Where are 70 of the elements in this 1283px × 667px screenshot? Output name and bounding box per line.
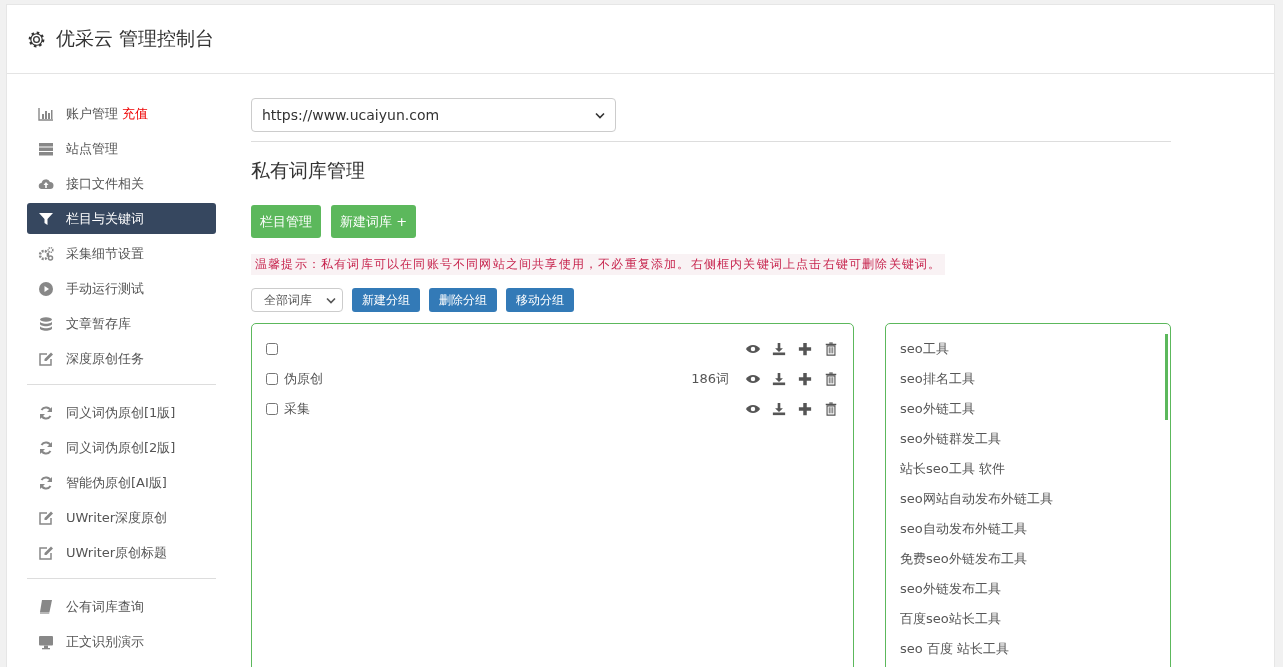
sidebar-item[interactable]: 接口文件相关 [27, 168, 216, 199]
sidebar-item[interactable]: 栏目与关键词 [27, 203, 216, 234]
sidebar-item[interactable]: 同义词伪原创[1版] [27, 397, 216, 428]
edit-icon [38, 350, 54, 367]
book-icon [38, 598, 54, 615]
trash-icon[interactable] [823, 342, 839, 356]
monitor-icon [38, 633, 54, 650]
edit-icon [38, 544, 54, 561]
sidebar-item[interactable]: 文章暂存库 [27, 308, 216, 339]
site-select[interactable]: https://www.ucaiyun.com [251, 98, 616, 132]
chevron-down-icon [595, 111, 605, 119]
eye-icon[interactable] [745, 372, 761, 386]
word-count: 186词 [691, 370, 729, 388]
eye-icon[interactable] [745, 402, 761, 416]
scrollbar[interactable] [1165, 334, 1168, 420]
play-icon [38, 280, 54, 297]
section-heading: 私有词库管理 [251, 158, 366, 183]
keyword-item[interactable]: 站长seo工具 软件 [900, 454, 1156, 484]
download-icon[interactable] [771, 342, 787, 356]
database-icon [38, 315, 54, 332]
plus-icon[interactable] [797, 372, 813, 386]
keyword-item[interactable]: 百度seo站长工具 [900, 604, 1156, 634]
refresh-icon [38, 474, 54, 491]
eye-icon[interactable] [745, 342, 761, 356]
gears-icon [38, 245, 54, 262]
sidebar-item[interactable]: 智能伪原创[AI版] [27, 467, 216, 498]
sidebar-item[interactable]: 站点管理 [27, 133, 216, 164]
sidebar-item[interactable]: 正文识别演示 [27, 626, 216, 657]
sidebar-item[interactable]: 同义词伪原创[2版] [27, 432, 216, 463]
sidebar-item[interactable]: 深度原创任务 [27, 343, 216, 374]
group-select[interactable]: 全部词库 [251, 288, 343, 312]
refresh-icon [38, 439, 54, 456]
filter-icon [38, 210, 54, 227]
keyword-item[interactable]: 免费seo外链发布工具 [900, 544, 1156, 574]
keyword-item[interactable]: seo工具 [900, 334, 1156, 364]
download-icon[interactable] [771, 402, 787, 416]
tip-text: 温馨提示：私有词库可以在同账号不同网站之间共享使用，不必重复添加。右侧框内关键词上点击右键可删除关键词。 [251, 254, 946, 275]
bar-chart-icon [38, 105, 54, 122]
checkbox[interactable] [266, 373, 278, 385]
keyword-item[interactable]: seo自动发布外链工具 [900, 514, 1156, 544]
refresh-icon [38, 404, 54, 421]
sidebar-item[interactable]: 采集细节设置 [27, 238, 216, 269]
edit-icon [38, 509, 54, 526]
sidebar-item[interactable]: 公有词库查询 [27, 591, 216, 622]
download-icon[interactable] [771, 372, 787, 386]
console-title: 优采云 管理控制台 [56, 26, 215, 51]
library-name: 采集 [284, 401, 310, 416]
keyword-item[interactable]: seo外链群发工具 [900, 424, 1156, 454]
keyword-item[interactable]: seo排名工具 [900, 364, 1156, 394]
group-button[interactable]: 删除分组 [429, 288, 497, 312]
group-button[interactable]: 新建分组 [352, 288, 420, 312]
keyword-item[interactable]: seo外链发布工具 [900, 574, 1156, 604]
sidebar-item[interactable]: 账户管理 充值 [27, 98, 216, 129]
chevron-down-icon [326, 296, 336, 304]
settings-icon [27, 29, 46, 49]
library-name: 伪原创 [284, 371, 323, 386]
keyword-item[interactable]: seo网站自动发布外链工具 [900, 484, 1156, 514]
checkbox[interactable] [266, 343, 278, 355]
keyword-item[interactable]: seo 百度 站长工具 [900, 634, 1156, 664]
trash-icon[interactable] [823, 402, 839, 416]
sidebar-item[interactable]: 手动运行测试 [27, 273, 216, 304]
server-icon [38, 140, 54, 157]
checkbox[interactable] [266, 403, 278, 415]
plus-icon[interactable] [797, 402, 813, 416]
keyword-item[interactable]: seo外链工具 [900, 394, 1156, 424]
sidebar-item[interactable]: UWriter原创标题 [27, 537, 216, 568]
sidebar-item[interactable]: UWriter深度原创 [27, 502, 216, 533]
trash-icon[interactable] [823, 372, 839, 386]
group-button[interactable]: 移动分组 [506, 288, 574, 312]
plus-icon[interactable] [797, 342, 813, 356]
